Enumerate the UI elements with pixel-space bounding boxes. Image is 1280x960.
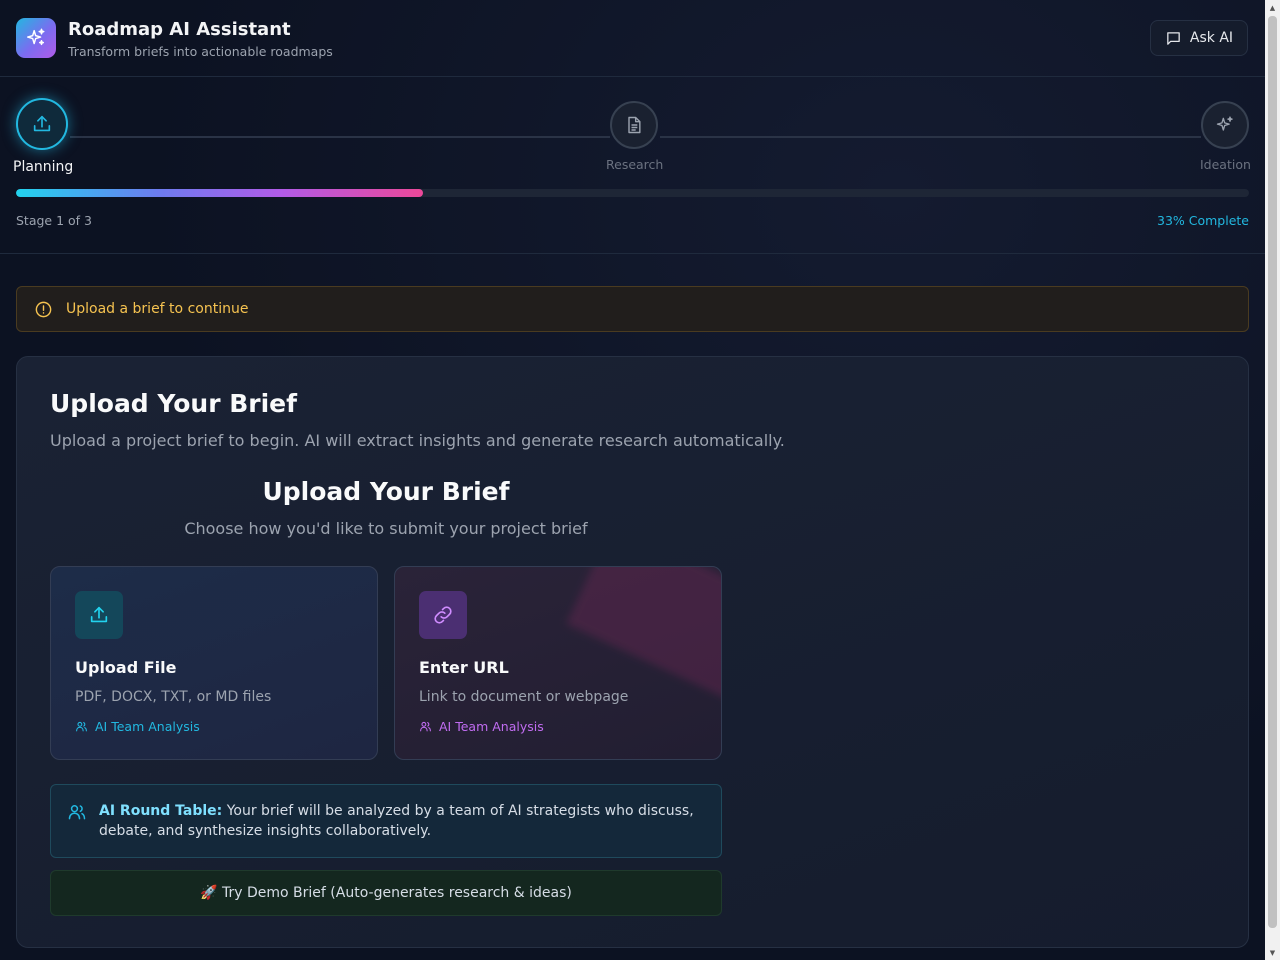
document-icon xyxy=(628,116,641,134)
upload-file-tag-label: AI Team Analysis xyxy=(95,719,200,734)
upload-icon xyxy=(90,606,108,623)
round-table-bold: AI Round Table: xyxy=(99,803,223,819)
app-page: Roadmap AI Assistant Transform briefs in… xyxy=(0,0,1265,960)
alert-text: Upload a brief to continue xyxy=(66,301,249,317)
step-connector xyxy=(660,136,1201,138)
try-demo-button[interactable]: 🚀 Try Demo Brief (Auto-generates researc… xyxy=(50,870,722,916)
step-ideation[interactable] xyxy=(1201,101,1249,149)
upload-file-desc: PDF, DOCX, TXT, or MD files xyxy=(75,689,272,705)
step-research[interactable] xyxy=(610,101,658,149)
upload-file-tag: AI Team Analysis xyxy=(75,719,200,734)
ai-round-table-info: AI Round Table: Your brief will be analy… xyxy=(50,784,722,858)
enter-url-icon-box xyxy=(419,591,467,639)
users-icon xyxy=(420,721,431,732)
step-label-research: Research xyxy=(606,157,664,172)
users-icon xyxy=(76,721,87,732)
enter-url-title: Enter URL xyxy=(419,658,509,677)
section-subtitle: Choose how you'd like to submit your pro… xyxy=(184,519,588,538)
upload-file-title: Upload File xyxy=(75,658,177,677)
sparkles-icon xyxy=(27,28,45,46)
round-table-text: AI Round Table: Your brief will be analy… xyxy=(99,801,709,841)
ask-ai-button[interactable]: Ask AI xyxy=(1150,20,1248,56)
app-title: Roadmap AI Assistant xyxy=(68,19,291,40)
upload-warning-alert: Upload a brief to continue xyxy=(16,286,1249,332)
decorative-glow xyxy=(566,567,721,700)
app-header: Roadmap AI Assistant Transform briefs in… xyxy=(0,0,1265,77)
scroll-up-arrow[interactable]: ▲ xyxy=(1265,0,1280,15)
upload-icon xyxy=(33,115,51,132)
link-icon xyxy=(434,606,452,624)
upload-file-icon-box xyxy=(75,591,123,639)
upload-file-option[interactable]: Upload File PDF, DOCX, TXT, or MD files … xyxy=(50,566,378,760)
completion-percent: 33% Complete xyxy=(1157,213,1249,228)
sparkles-icon xyxy=(1216,116,1233,131)
progress-stepper: Planning Research Ideation Stage 1 of 3 … xyxy=(0,77,1265,254)
app-logo xyxy=(16,18,56,58)
app-subtitle: Transform briefs into actionable roadmap… xyxy=(68,44,333,59)
step-label-planning: Planning xyxy=(13,159,74,175)
stage-indicator: Stage 1 of 3 xyxy=(16,213,92,228)
enter-url-tag-label: AI Team Analysis xyxy=(439,719,544,734)
step-planning[interactable] xyxy=(16,98,68,150)
chat-icon xyxy=(1167,31,1180,45)
progress-fill xyxy=(16,189,423,197)
enter-url-option[interactable]: Enter URL Link to document or webpage AI… xyxy=(394,566,722,760)
alert-circle-icon xyxy=(35,301,52,317)
upload-brief-card: Upload Your Brief Upload a project brief… xyxy=(16,356,1249,948)
vertical-scrollbar[interactable]: ▲ ▼ xyxy=(1265,0,1280,960)
scroll-down-arrow[interactable]: ▼ xyxy=(1265,945,1280,960)
enter-url-desc: Link to document or webpage xyxy=(419,689,629,705)
ask-ai-label: Ask AI xyxy=(1189,30,1234,46)
step-label-ideation: Ideation xyxy=(1200,157,1251,172)
page-description: Upload a project brief to begin. AI will… xyxy=(50,431,785,450)
enter-url-tag: AI Team Analysis xyxy=(419,719,544,734)
scrollbar-thumb[interactable] xyxy=(1268,16,1277,928)
section-title: Upload Your Brief xyxy=(262,477,510,506)
progress-bar xyxy=(16,189,1249,197)
page-title: Upload Your Brief xyxy=(50,389,298,418)
step-connector xyxy=(70,136,610,138)
users-icon xyxy=(68,805,86,820)
